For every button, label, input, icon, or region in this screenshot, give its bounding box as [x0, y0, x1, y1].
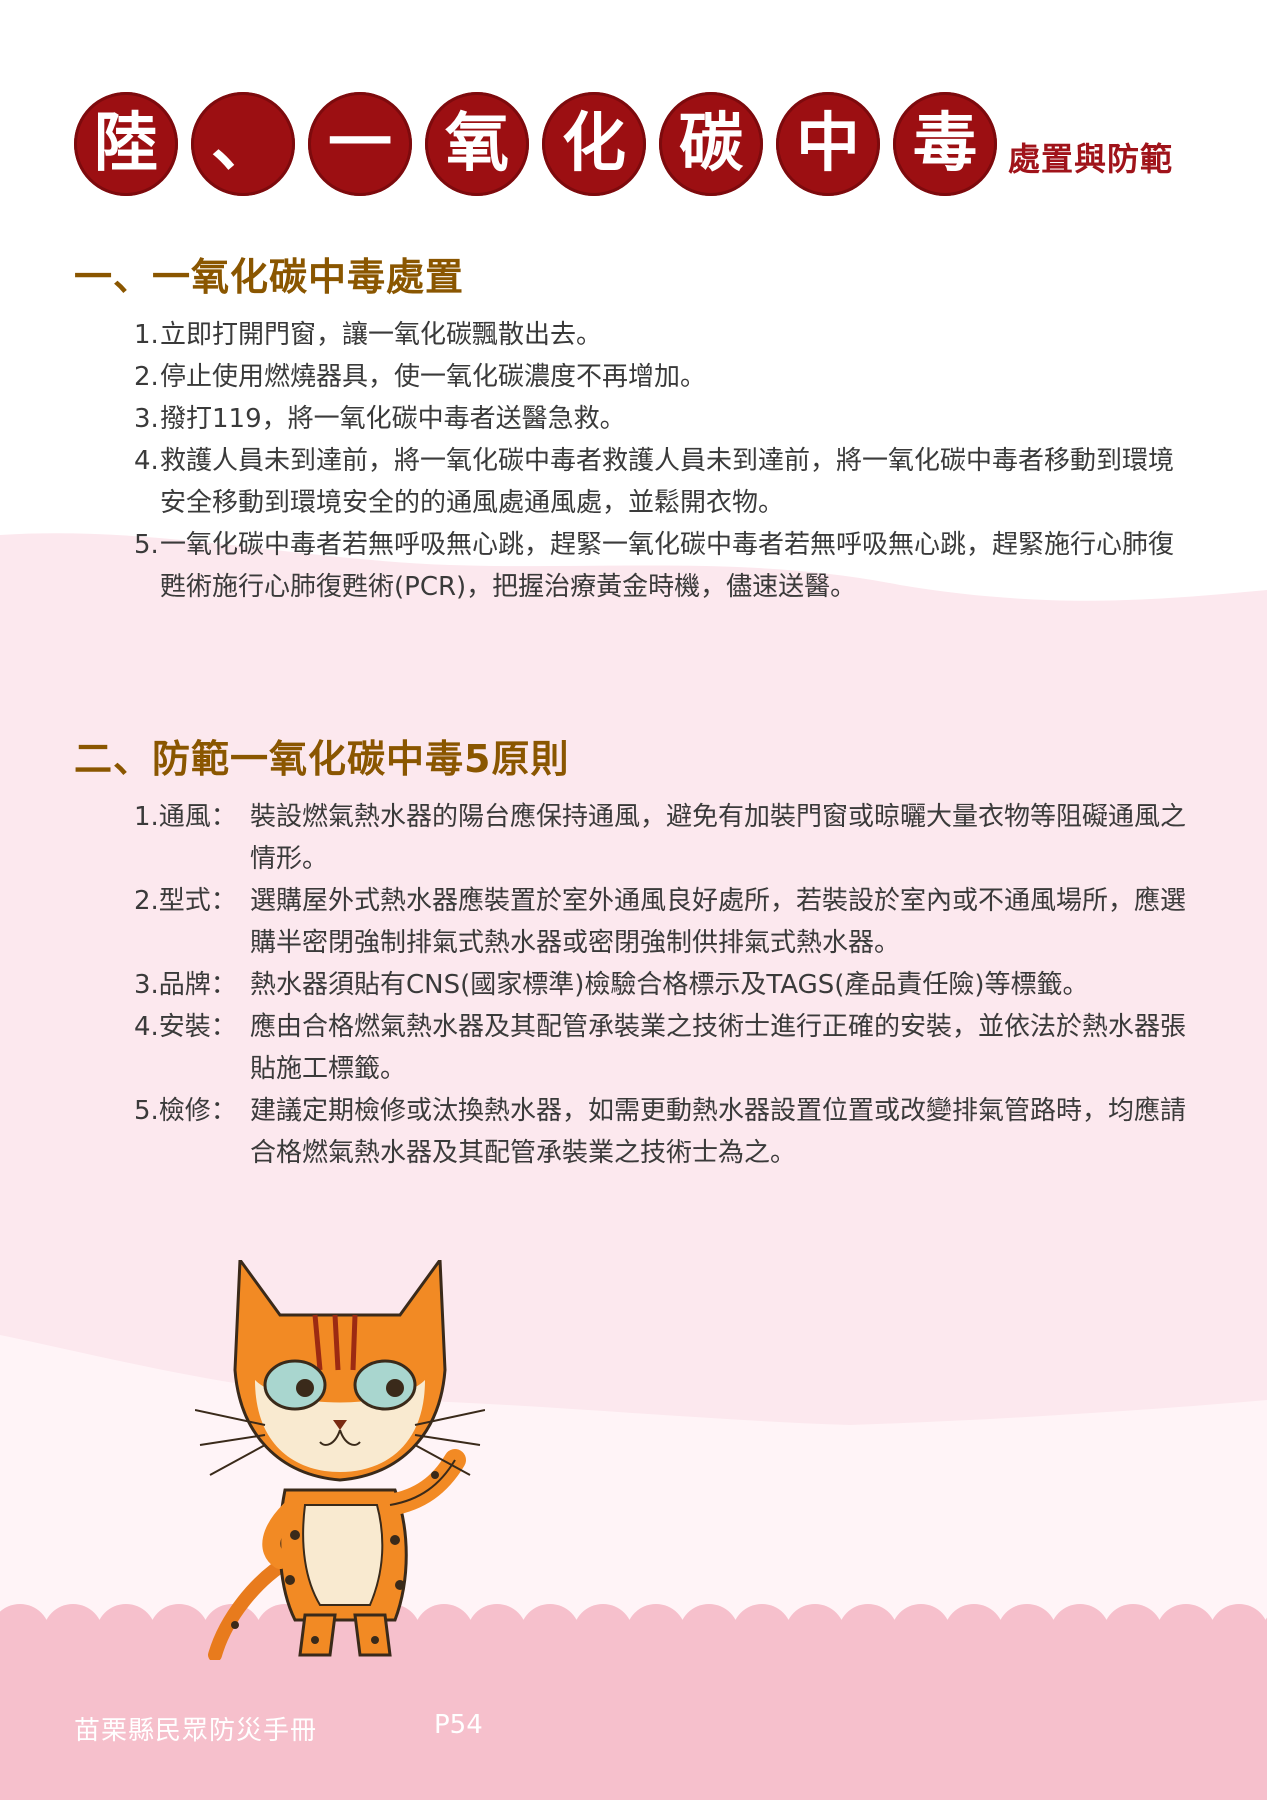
- item-number: 4.: [134, 446, 159, 476]
- list-item: 3. 撥打119，將一氧化碳中毒者送醫急救。: [134, 398, 1194, 440]
- footer-scallop-band: [0, 1600, 1267, 1800]
- item-label: 1.通風：: [134, 802, 237, 832]
- item-label: 5.檢修：: [134, 1096, 237, 1126]
- item-number: 5.: [134, 530, 159, 560]
- item-number: 1.: [134, 320, 159, 350]
- item-text: 應由合格燃氣熱水器及其配管承裝業之技術士進行正確的安裝，並依法於熱水器張貼施工標…: [250, 1012, 1187, 1084]
- list-item: 4.安裝： 應由合格燃氣熱水器及其配管承裝業之技術士進行正確的安裝，並依法於熱水器…: [134, 1006, 1194, 1090]
- page-title: 陸 、 一 氧 化 碳 中 毒 處置與防範: [74, 92, 1234, 202]
- scallop-shape: [0, 1604, 1267, 1800]
- item-number: 2.: [134, 362, 159, 392]
- title-char: 碳: [659, 92, 763, 196]
- list-item: 2.型式： 選購屋外式熱水器應裝置於室外通風良好處所，若裝設於室內或不通風場所，應…: [134, 880, 1194, 964]
- item-text: 裝設燃氣熱水器的陽台應保持通風，避免有加裝門窗或晾曬大量衣物等阻礙通風之情形。: [250, 802, 1187, 874]
- footer-page-number: P54: [434, 1710, 483, 1740]
- item-label: 4.安裝：: [134, 1012, 237, 1042]
- list-item: 1. 立即打開門窗，讓一氧化碳飄散出去。: [134, 314, 1194, 356]
- title-char: 中: [776, 92, 880, 196]
- title-char: 陸: [74, 92, 178, 196]
- title-char: 化: [542, 92, 646, 196]
- section-heading-treatment: 一、一氧化碳中毒處置: [74, 255, 465, 299]
- prevention-list: 1.通風： 裝設燃氣熱水器的陽台應保持通風，避免有加裝門窗或晾曬大量衣物等阻礙通風…: [134, 796, 1194, 1174]
- title-subtitle: 處置與防範: [1008, 140, 1174, 178]
- item-text: 建議定期檢修或汰換熱水器，如需更動熱水器設置位置或改變排氣管路時，均應請合格燃氣…: [250, 1096, 1187, 1168]
- title-char: 一: [308, 92, 412, 196]
- item-label: 3.品牌：: [134, 970, 237, 1000]
- title-char: 、: [191, 92, 295, 196]
- list-item: 4. 救護人員未到達前，將一氧化碳中毒者救護人員未到達前，將一氧化碳中毒者移動到環…: [134, 440, 1194, 524]
- item-label: 2.型式：: [134, 886, 237, 916]
- list-item: 5. 一氧化碳中毒者若無呼吸無心跳，趕緊一氧化碳中毒者若無呼吸無心跳，趕緊施行心肺…: [134, 524, 1194, 608]
- item-text: 救護人員未到達前，將一氧化碳中毒者救護人員未到達前，將一氧化碳中毒者移動到環境安…: [160, 446, 1175, 518]
- title-char: 氧: [425, 92, 529, 196]
- item-text: 一氧化碳中毒者若無呼吸無心跳，趕緊一氧化碳中毒者若無呼吸無心跳，趕緊施行心肺復甦…: [160, 530, 1175, 602]
- page: 陸 、 一 氧 化 碳 中 毒 處置與防範 一、一氧化碳中毒處置 1. 立即打開門…: [0, 0, 1267, 1800]
- section-heading-prevention: 二、防範一氧化碳中毒5原則: [74, 737, 570, 781]
- leopard-cat-mascot-illustration: [195, 1260, 485, 1660]
- list-item: 5.檢修： 建議定期檢修或汰換熱水器，如需更動熱水器設置位置或改變排氣管路時，均應…: [134, 1090, 1194, 1174]
- item-text: 選購屋外式熱水器應裝置於室外通風良好處所，若裝設於室內或不通風場所，應選購半密閉…: [250, 886, 1187, 958]
- item-text: 立即打開門窗，讓一氧化碳飄散出去。: [160, 320, 603, 350]
- treatment-list: 1. 立即打開門窗，讓一氧化碳飄散出去。 2. 停止使用燃燒器具，使一氧化碳濃度不再…: [134, 314, 1194, 608]
- item-text: 熱水器須貼有CNS(國家標準)檢驗合格標示及TAGS(產品責任險)等標籤。: [250, 970, 1089, 1000]
- item-number: 3.: [134, 404, 159, 434]
- title-char: 毒: [893, 92, 997, 196]
- list-item: 1.通風： 裝設燃氣熱水器的陽台應保持通風，避免有加裝門窗或晾曬大量衣物等阻礙通風…: [134, 796, 1194, 880]
- item-text: 撥打119，將一氧化碳中毒者送醫急救。: [160, 404, 626, 434]
- list-item: 3.品牌： 熱水器須貼有CNS(國家標準)檢驗合格標示及TAGS(產品責任險)等標…: [134, 964, 1194, 1006]
- footer-manual-title: 苗栗縣民眾防災手冊: [74, 1716, 318, 1746]
- list-item: 2. 停止使用燃燒器具，使一氧化碳濃度不再增加。: [134, 356, 1194, 398]
- item-text: 停止使用燃燒器具，使一氧化碳濃度不再增加。: [160, 362, 707, 392]
